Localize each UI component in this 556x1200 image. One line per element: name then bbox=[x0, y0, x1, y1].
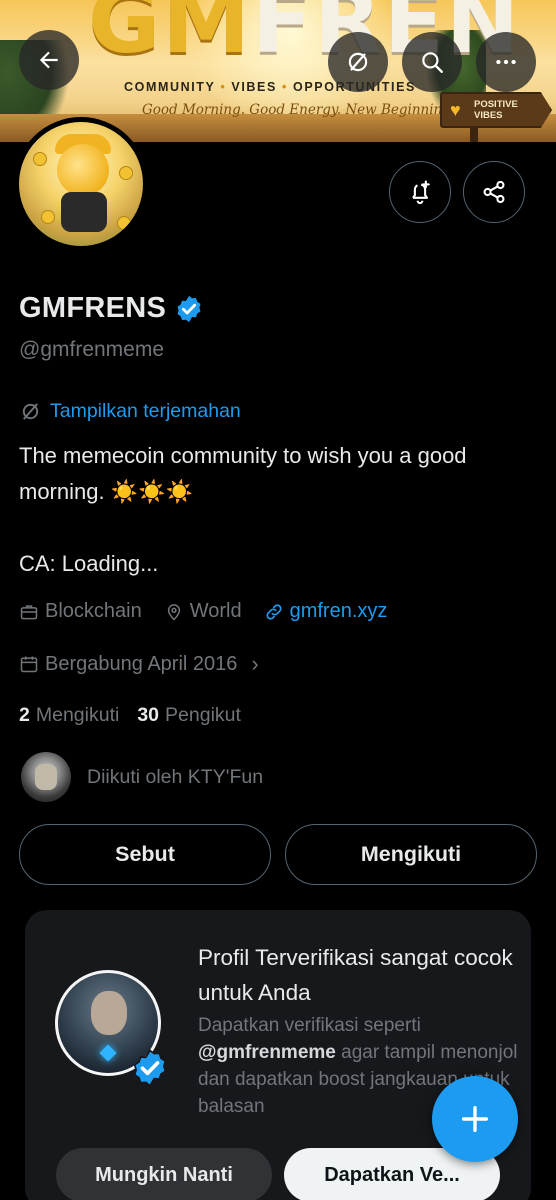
more-button[interactable] bbox=[476, 32, 536, 92]
promo-desc-handle: @gmfrenmeme bbox=[198, 1042, 336, 1063]
profile-meta-row: Blockchain World gmfren.xyz bbox=[19, 600, 409, 623]
promo-title: Profil Terverifikasi sangat cocok untuk … bbox=[198, 945, 513, 1005]
profile-handle: @gmfrenmeme bbox=[19, 338, 165, 361]
following-button[interactable]: Mengikuti bbox=[285, 824, 537, 885]
maybe-later-button[interactable]: Mungkin Nanti bbox=[56, 1148, 272, 1200]
promo-desc-before: Dapatkan verifikasi seperti bbox=[198, 1015, 421, 1036]
share-icon bbox=[483, 180, 505, 204]
category-item: Blockchain bbox=[19, 600, 142, 623]
location-label: World bbox=[189, 600, 242, 622]
banner-tagline-community: COMMUNITY bbox=[124, 80, 216, 94]
plus-icon bbox=[461, 1105, 489, 1133]
search-icon bbox=[422, 52, 443, 73]
banner-sign-text: POSITIVE VIBES bbox=[474, 99, 518, 121]
grok-button[interactable] bbox=[328, 32, 388, 92]
followers-count[interactable]: 30 bbox=[137, 704, 159, 727]
following-label[interactable]: Mengikuti bbox=[36, 704, 119, 727]
banner-brand-gm: GM bbox=[88, 0, 252, 73]
banner-tagline-dot: • bbox=[281, 80, 288, 94]
chevron-right-icon: › bbox=[251, 651, 259, 676]
following-count[interactable]: 2 bbox=[19, 704, 30, 727]
profile-name-row: GMFRENS bbox=[19, 292, 204, 325]
arrow-left-icon bbox=[39, 51, 58, 69]
joined-row[interactable]: Bergabung April 2016 › bbox=[19, 651, 281, 677]
joined-item: Bergabung April 2016 › bbox=[19, 651, 259, 677]
banner-sign-line1: POSITIVE bbox=[474, 99, 518, 110]
avatar-coin bbox=[119, 166, 133, 180]
banner-sign-post bbox=[470, 128, 478, 142]
location-item: World bbox=[164, 600, 242, 623]
category-label: Blockchain bbox=[45, 600, 142, 622]
compose-button[interactable] bbox=[432, 1076, 518, 1162]
verified-badge-icon[interactable] bbox=[174, 294, 204, 324]
followers-label[interactable]: Pengikut bbox=[165, 704, 241, 727]
follow-counts: 2 Mengikuti 30 Pengikut bbox=[19, 704, 259, 727]
link-icon bbox=[266, 603, 282, 620]
promo-avatar-gem bbox=[99, 1044, 117, 1062]
share-button[interactable] bbox=[463, 161, 525, 223]
display-name: GMFRENS bbox=[19, 292, 167, 324]
banner-subline: Good Morning. Good Energy. New Beginning… bbox=[142, 102, 463, 118]
profile-avatar[interactable] bbox=[14, 117, 148, 251]
avatar-character bbox=[57, 144, 109, 196]
website-label: gmfren.xyz bbox=[289, 600, 388, 622]
translate-label: Tampilkan terjemahan bbox=[50, 400, 241, 422]
verified-badge-icon bbox=[133, 1049, 167, 1087]
followed-by-text: Diikuti oleh KTY'Fun bbox=[87, 765, 264, 788]
calendar-icon bbox=[20, 656, 38, 673]
banner-sign: ♥ POSITIVE VIBES bbox=[440, 92, 552, 128]
back-button[interactable] bbox=[19, 30, 79, 90]
joined-label: Bergabung April 2016 bbox=[45, 652, 238, 675]
follower-avatar bbox=[21, 752, 71, 802]
slash-circle-icon bbox=[348, 52, 368, 72]
avatar-coin bbox=[33, 152, 47, 166]
profile-bio: The memecoin community to wish you a goo… bbox=[19, 443, 467, 576]
search-button[interactable] bbox=[402, 32, 462, 92]
banner-tagline-dot: • bbox=[220, 80, 227, 94]
banner-sign-line2: VIBES bbox=[474, 110, 503, 121]
promo-avatar-face bbox=[91, 991, 127, 1035]
translate-icon bbox=[22, 403, 39, 420]
location-pin-icon bbox=[167, 603, 180, 621]
avatar-body bbox=[61, 192, 107, 232]
briefcase-icon bbox=[20, 604, 38, 619]
followed-by-row[interactable]: Diikuti oleh KTY'Fun bbox=[21, 752, 263, 802]
avatar-coin bbox=[41, 210, 55, 224]
bell-plus-icon bbox=[412, 180, 430, 205]
heart-icon: ♥ bbox=[450, 100, 461, 120]
banner-tagline-vibes: VIBES bbox=[231, 80, 277, 94]
mention-button[interactable]: Sebut bbox=[19, 824, 271, 885]
more-horizontal-icon bbox=[496, 59, 516, 65]
translate-link[interactable]: Tampilkan terjemahan bbox=[19, 400, 241, 423]
notifications-button[interactable] bbox=[389, 161, 451, 223]
avatar-coin bbox=[117, 216, 131, 230]
website-link[interactable]: gmfren.xyz bbox=[264, 600, 388, 623]
